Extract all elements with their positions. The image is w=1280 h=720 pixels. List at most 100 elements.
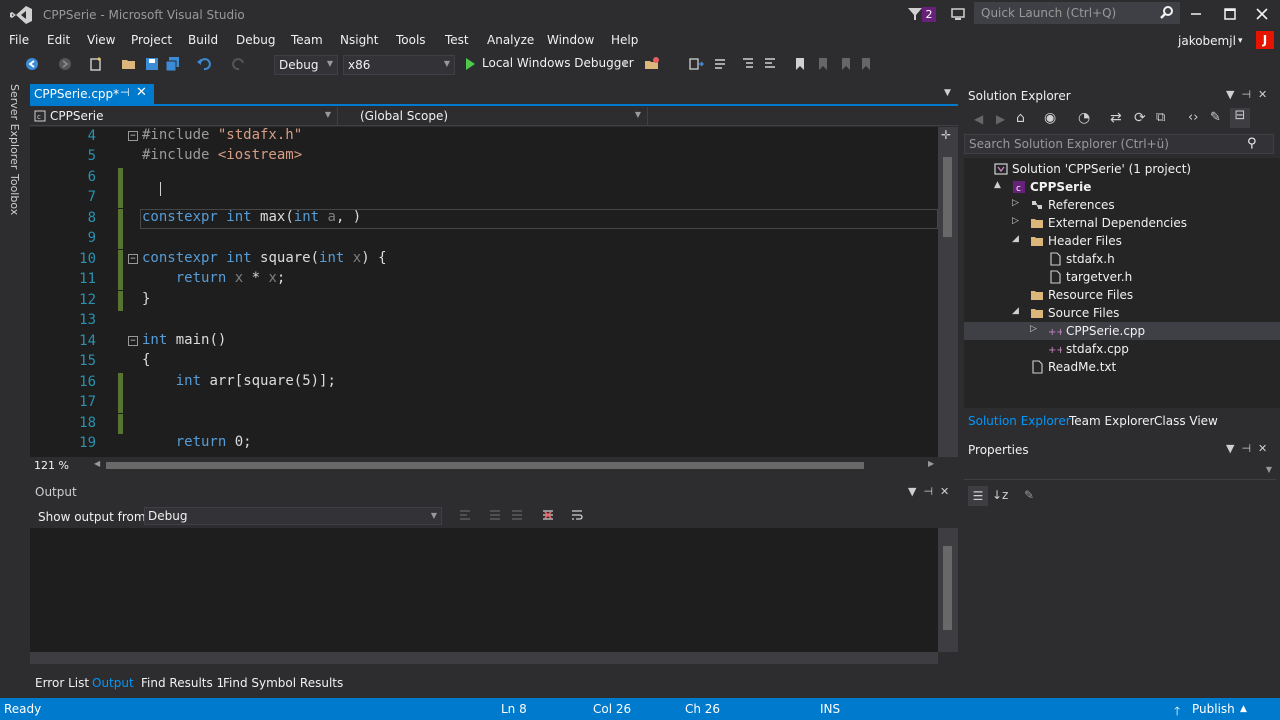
view-code-icon[interactable]: ‹› (1188, 110, 1198, 125)
code-line[interactable]: 14 − int main() (30, 332, 938, 352)
server-explorer-tab[interactable]: Server Explorer (8, 84, 21, 169)
forward-icon[interactable]: ▶ (996, 112, 1005, 126)
undo-icon[interactable] (196, 56, 212, 72)
tree-item[interactable]: Solution 'CPPSerie' (1 project) (964, 160, 1280, 178)
property-pages-icon[interactable]: ✎ (1024, 488, 1034, 502)
scroll-right-icon[interactable]: ▶ (928, 459, 934, 468)
browser-link-icon[interactable] (644, 56, 660, 72)
menu-team[interactable]: Team (291, 33, 323, 47)
chevron-down-icon[interactable]: ▼ (622, 59, 628, 68)
notification-badge[interactable]: 2 (922, 7, 936, 22)
code-line[interactable]: 7 (30, 188, 938, 208)
notification-filter-icon[interactable] (907, 6, 923, 22)
menu-window[interactable]: Window (547, 33, 594, 47)
menu-build[interactable]: Build (188, 33, 218, 47)
tab-error-list[interactable]: Error List (35, 676, 89, 690)
scrollbar-thumb[interactable] (943, 546, 952, 630)
publish-button[interactable]: Publish (1192, 702, 1235, 716)
maximize-icon[interactable] (1220, 4, 1240, 24)
user-name[interactable]: jakobemjl (1178, 34, 1236, 48)
new-project-icon[interactable] (88, 56, 104, 72)
user-menu-caret-icon[interactable]: ▾ (1238, 36, 1243, 46)
menu-analyze[interactable]: Analyze (487, 33, 534, 47)
tree-item[interactable]: stdafx.h (964, 250, 1280, 268)
expand-arrow-icon[interactable]: ▷ (1012, 198, 1019, 208)
code-line[interactable]: 6 (30, 168, 938, 188)
properties-object-select[interactable]: ▼ (964, 462, 1276, 480)
tree-item[interactable]: ▷ External Dependencies (964, 214, 1280, 232)
next-bookmark-icon[interactable] (838, 56, 854, 72)
panel-controls[interactable]: ▼ ⊣ ✕ (1226, 88, 1267, 101)
code-line[interactable]: 8 constexpr int max(int a, ) (30, 209, 938, 229)
tree-item[interactable]: ▷ References (964, 196, 1280, 214)
publish-up-arrow-icon[interactable]: 🡑 (1174, 702, 1180, 720)
code-line[interactable]: 17 (30, 393, 938, 413)
menu-help[interactable]: Help (611, 33, 638, 47)
panel-controls[interactable]: ▼ ⊣ ✕ (908, 485, 949, 498)
search-icon[interactable] (1159, 5, 1175, 21)
editor-horizontal-scrollbar[interactable]: ◀ ▶ (94, 459, 938, 470)
switch-views-icon[interactable]: ◉ (1044, 110, 1056, 126)
code-line[interactable]: 13 (30, 311, 938, 331)
open-file-icon[interactable] (121, 56, 137, 72)
menu-test[interactable]: Test (445, 33, 469, 47)
editor-vertical-scrollbar[interactable] (938, 127, 958, 457)
publish-caret-icon[interactable]: ▲ (1240, 704, 1247, 714)
properties-wrench-icon[interactable]: ✎ (1210, 110, 1221, 125)
scrollbar-thumb[interactable] (943, 157, 952, 237)
uncomment-lines-icon[interactable] (762, 56, 778, 72)
tree-item[interactable]: ▲ c CPPSerie (964, 178, 1280, 196)
menu-debug[interactable]: Debug (236, 33, 275, 47)
alphabetical-icon[interactable]: ↓z (992, 488, 1008, 502)
tab-cppserie-cpp[interactable]: CPPSerie.cpp* ⊣ ✕ (30, 84, 154, 104)
sync-icon[interactable]: ⇄ (1110, 110, 1122, 126)
output-text-area[interactable] (30, 528, 938, 664)
toolbox-tab[interactable]: Toolbox (8, 174, 21, 215)
step-icon[interactable] (712, 56, 728, 72)
start-debugging-icon[interactable] (462, 56, 478, 72)
code-line[interactable]: 4 − #include "stdafx.h" (30, 127, 938, 147)
menu-nsight[interactable]: Nsight (340, 33, 379, 47)
code-editor[interactable]: 4 − #include "stdafx.h" 5 #include <iost… (30, 127, 938, 457)
save-all-icon[interactable] (165, 56, 181, 72)
menu-edit[interactable]: Edit (47, 33, 70, 47)
start-debugger-button[interactable]: Local Windows Debugger (482, 56, 634, 70)
comment-lines-icon[interactable] (740, 56, 756, 72)
close-window-icon[interactable] (1252, 4, 1272, 24)
tree-item[interactable]: ◢ Source Files (964, 304, 1280, 322)
close-icon[interactable]: ✕ (136, 85, 147, 100)
tab-overflow-chevron-icon[interactable]: ▼ (944, 88, 951, 98)
output-vertical-scrollbar[interactable] (938, 528, 958, 652)
find-message-icon[interactable] (458, 508, 472, 522)
collapse-icon[interactable]: − (128, 131, 138, 141)
tab-find-results-1[interactable]: Find Results 1 (141, 676, 224, 690)
solution-search-input[interactable]: Search Solution Explorer (Ctrl+ü) ⚲ (964, 134, 1274, 154)
output-source-select[interactable]: Debug ▼ (144, 507, 442, 525)
code-line[interactable]: 11 return x * x; (30, 270, 938, 290)
clear-bookmarks-icon[interactable] (858, 56, 874, 72)
next-message-icon[interactable] (510, 508, 524, 522)
word-wrap-icon[interactable] (570, 508, 584, 522)
configuration-select[interactable]: Debug ▼ (274, 55, 338, 75)
code-line[interactable]: 18 (30, 414, 938, 434)
tree-item[interactable]: ◢ Header Files (964, 232, 1280, 250)
split-editor-icon[interactable]: ✛ (941, 128, 951, 142)
minimize-icon[interactable] (1186, 4, 1206, 24)
bookmark-icon[interactable] (792, 56, 808, 72)
code-line[interactable]: 19 return 0; (30, 434, 938, 454)
menu-tools[interactable]: Tools (396, 33, 426, 47)
home-icon[interactable]: ⌂ (1016, 110, 1025, 126)
save-icon[interactable] (144, 56, 160, 72)
collapse-icon[interactable]: − (128, 336, 138, 346)
pending-changes-icon[interactable]: ◔ (1078, 110, 1090, 126)
preview-selected-icon[interactable]: ⊟ (1230, 108, 1250, 128)
tab-solution-explorer[interactable]: Solution Explorer (968, 414, 1071, 428)
collapse-arrow-icon[interactable]: ◢ (1012, 306, 1019, 316)
code-line[interactable]: 12 } (30, 291, 938, 311)
expand-arrow-icon[interactable]: ▷ (1030, 324, 1037, 334)
pin-icon[interactable]: ⊣ (120, 86, 130, 99)
scroll-left-icon[interactable]: ◀ (94, 459, 100, 468)
tree-item[interactable]: ReadMe.txt (964, 358, 1280, 376)
prev-bookmark-icon[interactable] (815, 56, 831, 72)
search-icon[interactable]: ⚲ (1247, 136, 1257, 151)
